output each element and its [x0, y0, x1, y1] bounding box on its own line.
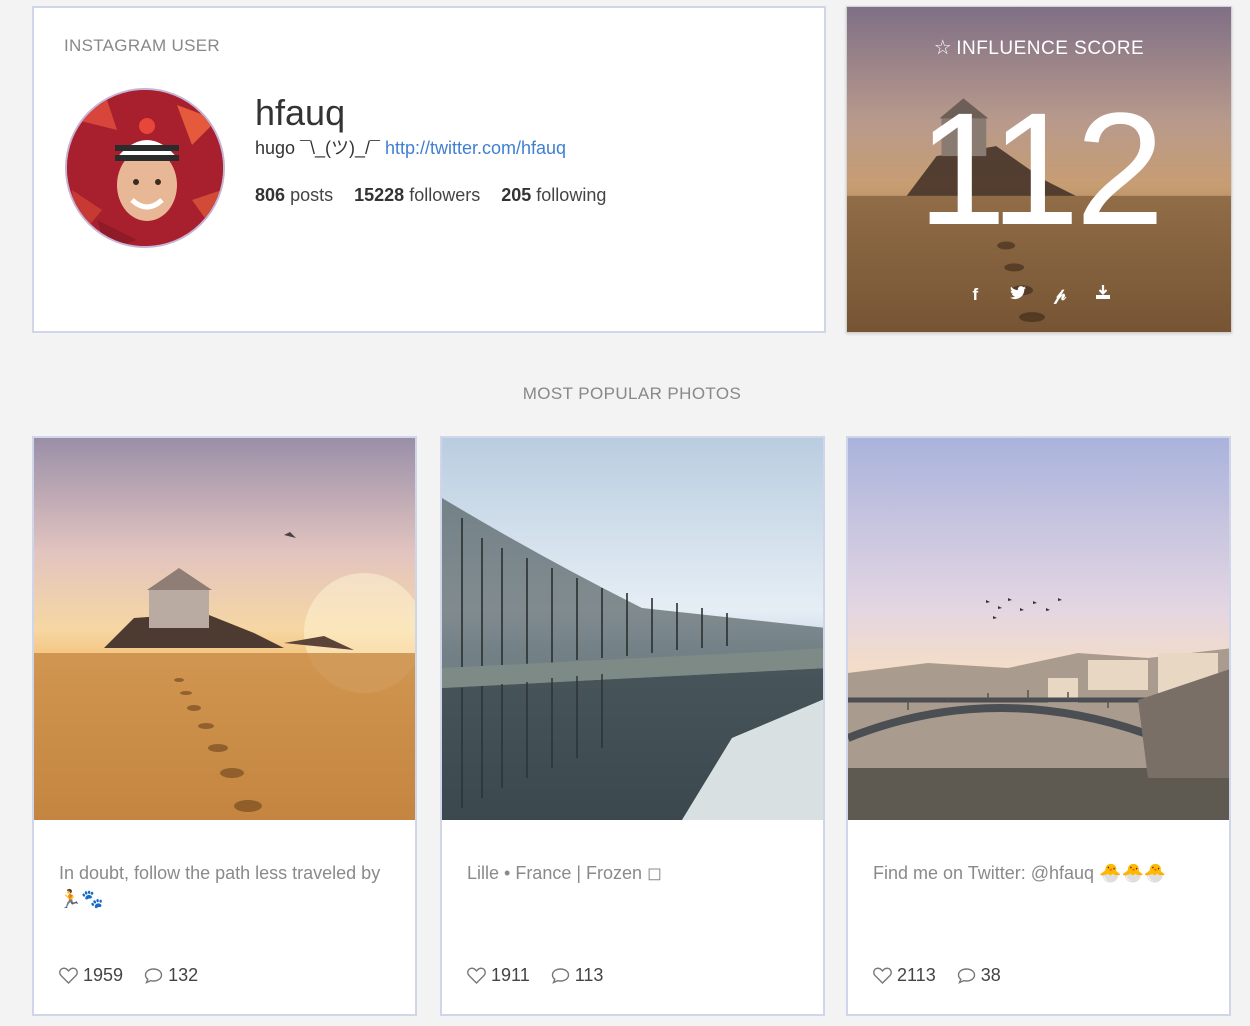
comments-count: 132	[168, 965, 199, 985]
photo-meta: 1911 113	[467, 965, 619, 989]
photo-card[interactable]: In doubt, follow the path less traveled …	[32, 436, 417, 1016]
photo-card[interactable]: Lille • France | Frozen ◻ 1911 113	[440, 436, 825, 1016]
photo-image[interactable]	[442, 438, 823, 820]
photo-image[interactable]	[34, 438, 415, 820]
bio-link[interactable]: http://twitter.com/hfauq	[385, 138, 566, 158]
following-stat: 205 following	[501, 185, 606, 205]
posts-label: posts	[290, 185, 334, 205]
username: hfauq	[255, 92, 346, 133]
likes: 1959	[59, 965, 123, 986]
posts-stat: 806 posts	[255, 185, 333, 205]
photo-card[interactable]: Find me on Twitter: @hfauq 🐣🐣🐣 2113 38	[846, 436, 1231, 1016]
section-heading: MOST POPULAR PHOTOS	[522, 384, 742, 403]
likes-count: 2113	[897, 965, 936, 985]
likes-count: 1911	[491, 965, 530, 985]
heart-icon	[59, 967, 78, 984]
following-count: 205	[501, 185, 532, 205]
photo-meta: 1959 132	[59, 965, 214, 989]
likes: 2113	[873, 965, 936, 986]
influence-score-label: INFLUENCE SCORE	[956, 38, 1145, 59]
heart-icon	[467, 967, 486, 984]
influence-score-value: 112	[917, 79, 1164, 258]
comments: 132	[144, 965, 198, 986]
bio: hugo ¯\_(ツ)_/¯ http://twitter.com/hfauq	[255, 134, 566, 160]
download-icon[interactable]	[1091, 283, 1115, 307]
profile-stats: 806 posts 15228 followers 205 following	[255, 185, 622, 206]
photo-caption: Find me on Twitter: @hfauq 🐣🐣🐣	[873, 863, 1167, 883]
photo-meta: 2113 38	[873, 965, 1017, 989]
comment-icon	[957, 968, 975, 984]
photo-caption: Lille • France | Frozen ◻	[467, 863, 662, 883]
comments-count: 113	[574, 965, 604, 985]
comment-icon	[551, 968, 569, 984]
comment-icon	[144, 968, 163, 984]
share-buttons: f 𝓅	[847, 283, 1231, 307]
likes: 1911	[467, 965, 530, 986]
posts-count: 806	[255, 185, 286, 205]
influence-score-title: ☆ INFLUENCE SCORE	[847, 35, 1231, 60]
profile-card: INSTAGRAM USER hfauq hugo ¯\_(ツ)_/¯ http…	[32, 6, 826, 333]
photo-image[interactable]	[848, 438, 1229, 820]
photo-caption: In doubt, follow the path less traveled …	[59, 863, 381, 909]
heart-icon	[873, 967, 892, 984]
followers-stat: 15228 followers	[354, 185, 480, 205]
comments: 113	[551, 965, 604, 986]
followers-label: followers	[409, 185, 481, 205]
profile-card-heading: INSTAGRAM USER	[64, 36, 220, 55]
following-label: following	[536, 185, 607, 205]
comments: 38	[957, 965, 1001, 986]
bio-text: hugo ¯\_(ツ)_/¯	[255, 138, 385, 158]
comments-count: 38	[980, 965, 1001, 985]
influence-score-card: ☆ INFLUENCE SCORE 112 f 𝓅	[846, 6, 1232, 333]
followers-count: 15228	[354, 185, 405, 205]
facebook-icon[interactable]: f	[963, 283, 987, 307]
star-icon: ☆	[933, 37, 953, 59]
avatar[interactable]	[65, 88, 225, 248]
pinterest-icon[interactable]: 𝓅	[1048, 283, 1072, 307]
likes-count: 1959	[83, 965, 124, 985]
twitter-icon[interactable]	[1006, 283, 1030, 307]
